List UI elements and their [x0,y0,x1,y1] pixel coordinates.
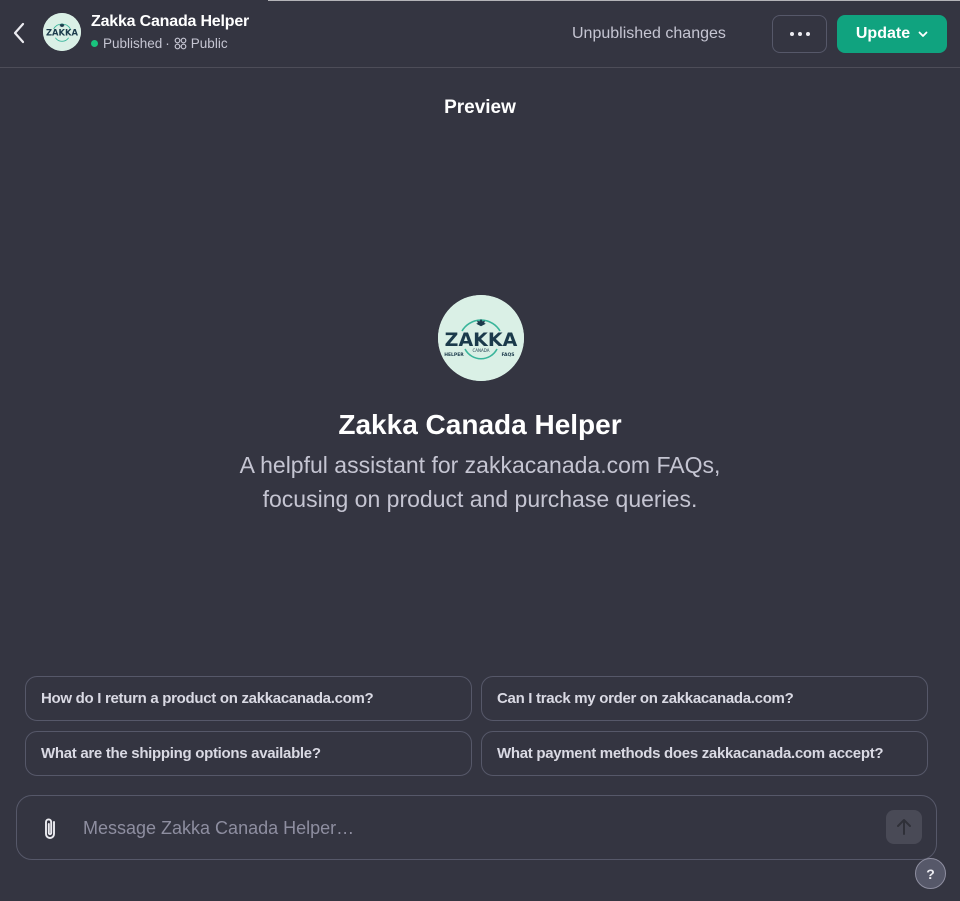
gpt-title-block: Zakka Canada Helper Published · Public [91,13,249,51]
chevron-left-icon [13,22,25,44]
zakka-logo-icon: ZAKKA CANADA HELPER FAQS [438,295,524,381]
conversation-starter[interactable]: Can I track my order on zakkacanada.com? [481,676,928,721]
gpt-description: A helpful assistant for zakkacanada.com … [200,448,760,516]
message-composer [16,795,937,860]
starter-label: Can I track my order on zakkacanada.com? [497,690,794,707]
unpublished-changes-text: Unpublished changes [572,25,726,42]
svg-text:ZAKKA: ZAKKA [46,28,79,38]
published-status: Published [103,36,163,51]
update-button[interactable]: Update [837,15,947,53]
conversation-starter[interactable]: How do I return a product on zakkacanada… [25,676,472,721]
starter-label: What are the shipping options available? [41,745,321,762]
send-button[interactable] [886,810,922,844]
back-button[interactable] [8,20,30,46]
zakka-logo-icon: ZAKKA [43,13,81,51]
chevron-down-icon [918,31,928,37]
more-options-button[interactable] [772,15,827,53]
svg-text:CANADA: CANADA [472,348,489,353]
gpt-description-line: A helpful assistant for zakkacanada.com … [239,452,721,478]
meta-separator: · [165,36,170,51]
editor-header: ZAKKA Zakka Canada Helper Published · Pu… [0,0,960,68]
visibility-label: Public [190,36,228,51]
help-button[interactable]: ? [915,858,946,889]
gpt-meta: Published · Public [91,36,249,51]
arrow-up-icon [897,819,911,835]
conversation-starter[interactable]: What are the shipping options available? [25,731,472,776]
gpt-name: Zakka Canada Helper [338,409,622,440]
update-label: Update [855,25,911,42]
paperclip-icon [45,818,55,839]
gpt-title: Zakka Canada Helper [91,13,250,30]
people-icon [174,37,187,50]
svg-text:FAQS: FAQS [501,352,514,358]
starter-label: What payment methods does zakkacanada.co… [497,745,884,762]
conversation-starter[interactable]: What payment methods does zakkacanada.co… [481,731,928,776]
published-status-dot [91,40,98,47]
starter-label: How do I return a product on zakkacanada… [41,690,374,707]
gpt-avatar-large: ZAKKA CANADA HELPER FAQS [438,295,524,381]
gpt-description-line: focusing on product and purchase queries… [262,486,698,512]
attach-button[interactable] [41,816,61,847]
message-input[interactable] [83,810,863,846]
preview-heading: Preview [444,97,516,118]
gpt-avatar-small: ZAKKA [43,13,81,51]
ellipsis-icon [789,32,794,36]
svg-text:HELPER: HELPER [444,352,464,358]
